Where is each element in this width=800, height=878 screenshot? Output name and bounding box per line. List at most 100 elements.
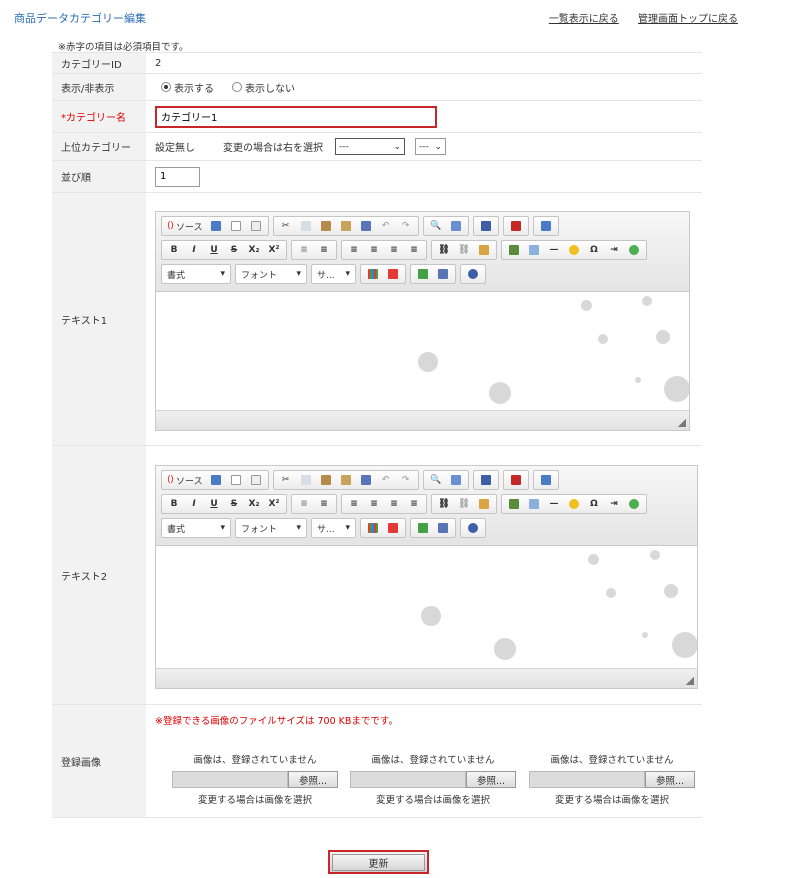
source-button[interactable]: ⟨⟩ ソース bbox=[164, 472, 206, 488]
parent-subselect[interactable]: --- ⌄ bbox=[415, 138, 446, 155]
show-blocks-icon[interactable] bbox=[413, 266, 433, 282]
anchor-icon[interactable] bbox=[474, 242, 494, 258]
format-combo[interactable]: 書式 ▾ bbox=[161, 264, 231, 284]
iframe-icon[interactable] bbox=[624, 496, 644, 512]
parent-select[interactable]: --- ⌄ bbox=[335, 138, 405, 155]
copy-icon[interactable] bbox=[296, 472, 316, 488]
outdent-icon[interactable]: ≡ bbox=[294, 242, 314, 258]
order-input[interactable] bbox=[155, 166, 200, 187]
image-icon[interactable] bbox=[504, 242, 524, 258]
special-char-icon[interactable]: Ω bbox=[584, 496, 604, 512]
paste-word-icon[interactable] bbox=[356, 218, 376, 234]
format-combo[interactable]: 書式 ▾ bbox=[161, 518, 231, 538]
unlink-icon[interactable]: ⛓ bbox=[454, 242, 474, 258]
resize-handle[interactable] bbox=[678, 419, 686, 427]
page-break-icon[interactable]: ⇥ bbox=[604, 496, 624, 512]
new-page-icon[interactable] bbox=[226, 472, 246, 488]
unlink-icon[interactable]: ⛓ bbox=[454, 496, 474, 512]
indent-icon[interactable]: ≡ bbox=[314, 242, 334, 258]
file-input-2[interactable]: 参照... bbox=[350, 771, 516, 788]
show-blocks-icon[interactable] bbox=[413, 520, 433, 536]
smiley-icon[interactable] bbox=[564, 496, 584, 512]
undo-icon[interactable]: ↶ bbox=[376, 218, 396, 234]
subscript-button[interactable]: X₂ bbox=[244, 496, 264, 512]
justify-icon[interactable]: ≡ bbox=[404, 496, 424, 512]
text-color-icon[interactable] bbox=[363, 520, 383, 536]
hr-icon[interactable]: — bbox=[544, 496, 564, 512]
source-button[interactable]: ⟨⟩ ソース bbox=[164, 218, 206, 234]
radio-show[interactable]: 表示する bbox=[161, 80, 214, 95]
bg-color-icon[interactable] bbox=[383, 520, 403, 536]
bold-button[interactable]: B bbox=[164, 242, 184, 258]
strike-button[interactable]: S bbox=[224, 242, 244, 258]
copy-icon[interactable] bbox=[296, 218, 316, 234]
text-color-icon[interactable] bbox=[363, 266, 383, 282]
size-combo[interactable]: サ... ▾ bbox=[311, 518, 356, 538]
superscript-button[interactable]: X² bbox=[264, 242, 284, 258]
editor-body[interactable] bbox=[156, 292, 689, 430]
image-insert-icon[interactable] bbox=[536, 472, 556, 488]
link-icon[interactable]: ⛓ bbox=[434, 496, 454, 512]
find-icon[interactable]: 🔍 bbox=[426, 218, 446, 234]
align-right-icon[interactable]: ≡ bbox=[384, 242, 404, 258]
image-icon[interactable] bbox=[504, 496, 524, 512]
editor-body[interactable] bbox=[156, 546, 697, 688]
preview-icon[interactable] bbox=[246, 472, 266, 488]
underline-button[interactable]: U bbox=[204, 496, 224, 512]
template-icon[interactable] bbox=[433, 520, 453, 536]
find-icon[interactable]: 🔍 bbox=[426, 472, 446, 488]
anchor-icon[interactable] bbox=[474, 496, 494, 512]
paste-icon[interactable] bbox=[316, 218, 336, 234]
page-break-icon[interactable]: ⇥ bbox=[604, 242, 624, 258]
paste-text-icon[interactable] bbox=[336, 218, 356, 234]
align-left-icon[interactable]: ≡ bbox=[344, 496, 364, 512]
replace-icon[interactable] bbox=[446, 218, 466, 234]
italic-button[interactable]: I bbox=[184, 496, 204, 512]
table-icon[interactable] bbox=[524, 496, 544, 512]
special-char-icon[interactable]: Ω bbox=[584, 242, 604, 258]
resize-handle[interactable] bbox=[686, 677, 694, 685]
rich-editor-text2[interactable]: ⟨⟩ ソース ✂ ↶ ↷ 🔍 B I U S X₂ X² ≡ ≡ ≡ ≡ ≡ ≡ ⛓ ⛓ — Ω ⇥ 書式 ▾ … bbox=[155, 465, 698, 689]
maximize-icon[interactable] bbox=[476, 218, 496, 234]
underline-button[interactable]: U bbox=[204, 242, 224, 258]
subscript-button[interactable]: X₂ bbox=[244, 242, 264, 258]
about-icon[interactable] bbox=[463, 266, 483, 282]
redo-icon[interactable]: ↷ bbox=[396, 472, 416, 488]
radio-hide[interactable]: 表示しない bbox=[232, 80, 295, 95]
paste-text-icon[interactable] bbox=[336, 472, 356, 488]
bg-color-icon[interactable] bbox=[383, 266, 403, 282]
link-icon[interactable]: ⛓ bbox=[434, 242, 454, 258]
browse-button[interactable]: 参照... bbox=[645, 771, 695, 788]
browse-button[interactable]: 参照... bbox=[288, 771, 338, 788]
replace-icon[interactable] bbox=[446, 472, 466, 488]
size-combo[interactable]: サ... ▾ bbox=[311, 264, 356, 284]
superscript-button[interactable]: X² bbox=[264, 496, 284, 512]
preview-icon[interactable] bbox=[246, 218, 266, 234]
update-button[interactable]: 更新 bbox=[328, 850, 429, 874]
italic-button[interactable]: I bbox=[184, 242, 204, 258]
align-left-icon[interactable]: ≡ bbox=[344, 242, 364, 258]
template-icon[interactable] bbox=[433, 266, 453, 282]
align-right-icon[interactable]: ≡ bbox=[384, 496, 404, 512]
new-page-icon[interactable] bbox=[226, 218, 246, 234]
radio-hide-dot[interactable] bbox=[232, 82, 242, 92]
font-combo[interactable]: フォント ▾ bbox=[235, 518, 307, 538]
hr-icon[interactable]: — bbox=[544, 242, 564, 258]
align-center-icon[interactable]: ≡ bbox=[364, 242, 384, 258]
redo-icon[interactable]: ↷ bbox=[396, 218, 416, 234]
paste-icon[interactable] bbox=[316, 472, 336, 488]
maximize-icon[interactable] bbox=[476, 472, 496, 488]
font-combo[interactable]: フォント ▾ bbox=[235, 264, 307, 284]
file-input-3[interactable]: 参照... bbox=[529, 771, 695, 788]
save-icon[interactable] bbox=[206, 472, 226, 488]
image-insert-icon[interactable] bbox=[536, 218, 556, 234]
paste-word-icon[interactable] bbox=[356, 472, 376, 488]
table-icon[interactable] bbox=[524, 242, 544, 258]
youtube-icon[interactable] bbox=[506, 472, 526, 488]
browse-button[interactable]: 参照... bbox=[466, 771, 516, 788]
file-input-1[interactable]: 参照... bbox=[172, 771, 338, 788]
category-name-input[interactable] bbox=[155, 105, 437, 128]
back-to-top-link[interactable]: 管理画面トップに戻る bbox=[638, 14, 738, 25]
outdent-icon[interactable]: ≡ bbox=[294, 496, 314, 512]
cut-icon[interactable]: ✂ bbox=[276, 472, 296, 488]
